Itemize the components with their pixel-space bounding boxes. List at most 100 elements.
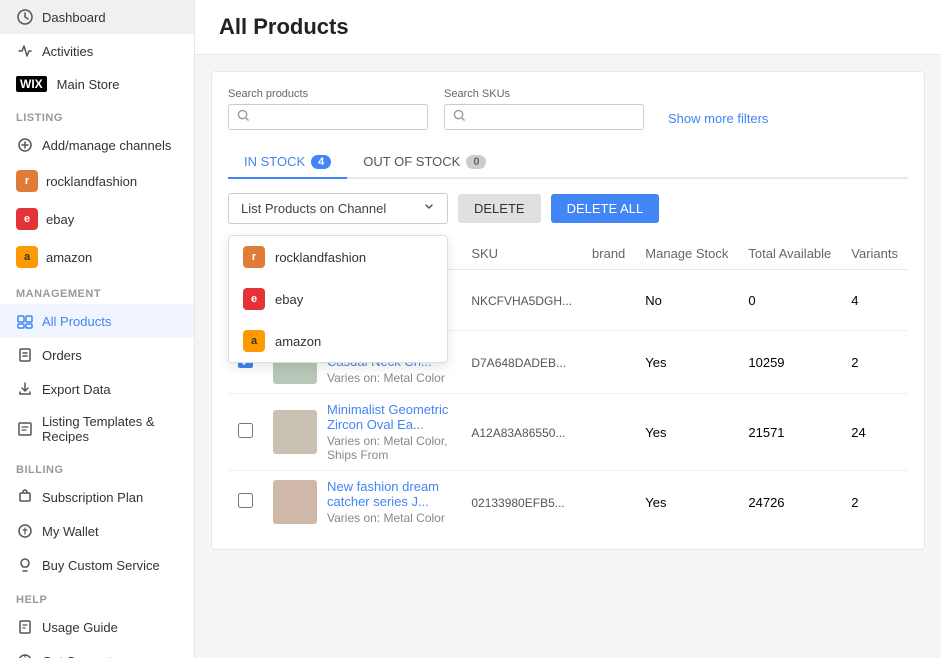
sidebar: Dashboard Activities WIX Main Store List… — [0, 0, 195, 658]
search-products-icon — [237, 109, 250, 125]
wallet-icon — [16, 522, 34, 540]
tab-out-of-stock-badge: 0 — [466, 155, 486, 169]
search-skus-icon — [453, 109, 466, 125]
show-filters-link[interactable]: Show more filters — [668, 111, 768, 130]
product-variant: Varies on: Metal Color — [327, 511, 451, 525]
tab-out-of-stock[interactable]: OUT OF STOCK 0 — [347, 146, 502, 179]
sidebar-item-get-support[interactable]: Get Support — [0, 644, 194, 658]
row-checkbox[interactable] — [238, 493, 253, 508]
tab-in-stock[interactable]: IN STOCK 4 — [228, 146, 347, 179]
sidebar-item-listing-templates[interactable]: Listing Templates & Recipes — [0, 406, 194, 452]
orders-label: Orders — [42, 348, 82, 363]
sidebar-item-usage-guide[interactable]: Usage Guide — [0, 610, 194, 644]
row-brand — [582, 471, 635, 534]
products-panel: Search products Search SKUs — [211, 71, 925, 550]
search-products-field: Search products — [228, 88, 428, 130]
row-manage-stock: Yes — [635, 471, 738, 534]
product-name[interactable]: Minimalist Geometric Zircon Oval Ea... — [327, 402, 451, 432]
delete-button[interactable]: DELETE — [458, 194, 541, 223]
row-total-available: 21571 — [738, 394, 841, 471]
export-data-label: Export Data — [42, 382, 111, 397]
channel-dropdown[interactable]: List Products on Channel — [228, 193, 448, 224]
dropdown-item-amazon[interactable]: a amazon — [229, 320, 447, 362]
get-support-icon — [16, 652, 34, 658]
tab-out-of-stock-label: OUT OF STOCK — [363, 154, 460, 169]
row-variants: 2 — [841, 471, 908, 534]
listing-templates-label: Listing Templates & Recipes — [42, 414, 178, 444]
product-thumbnail — [273, 480, 317, 524]
sidebar-item-ebay[interactable]: e ebay — [0, 200, 194, 238]
row-manage-stock: Yes — [635, 394, 738, 471]
tab-in-stock-label: IN STOCK — [244, 154, 305, 169]
sidebar-item-rocklandfashion[interactable]: r rocklandfashion — [0, 162, 194, 200]
management-section-label: Management — [0, 276, 194, 304]
dropdown-amazon-dot: a — [243, 330, 265, 352]
row-checkbox-cell — [228, 471, 263, 534]
sidebar-item-store[interactable]: WIX Main Store — [0, 68, 194, 100]
row-total-available: 0 — [738, 270, 841, 331]
product-info: Minimalist Geometric Zircon Oval Ea... V… — [327, 402, 451, 462]
rocklandfashion-dot: r — [16, 170, 38, 192]
sidebar-item-orders[interactable]: Orders — [0, 338, 194, 372]
page-header: All Products — [195, 0, 941, 55]
search-skus-input[interactable] — [472, 110, 635, 125]
row-variants: 2 — [841, 331, 908, 394]
product-name[interactable]: New fashion dream catcher series J... — [327, 479, 451, 509]
usage-guide-icon — [16, 618, 34, 636]
search-products-label: Search products — [228, 88, 428, 100]
sidebar-item-activities[interactable]: Activities — [0, 34, 194, 68]
row-sku: 02133980EFB5... — [461, 471, 582, 534]
amazon-label: amazon — [46, 250, 92, 265]
sidebar-item-all-products[interactable]: All Products — [0, 304, 194, 338]
listing-section-label: Listing — [0, 100, 194, 128]
row-brand — [582, 270, 635, 331]
ebay-label: ebay — [46, 212, 74, 227]
row-sku: NKCFVHA5DGH... — [461, 270, 582, 331]
row-brand — [582, 331, 635, 394]
table-row: New fashion dream catcher series J... Va… — [228, 471, 908, 534]
sidebar-item-wallet[interactable]: My Wallet — [0, 514, 194, 548]
sidebar-item-add-channels[interactable]: Add/manage channels — [0, 128, 194, 162]
table-row: Minimalist Geometric Zircon Oval Ea... V… — [228, 394, 908, 471]
toolbar: List Products on Channel r rocklandfashi… — [228, 193, 908, 224]
row-variants: 4 — [841, 270, 908, 331]
help-section-label: Help — [0, 582, 194, 610]
dropdown-item-rocklandfashion[interactable]: r rocklandfashion — [229, 236, 447, 278]
row-sku: A12A83A86550... — [461, 394, 582, 471]
add-channels-icon — [16, 136, 34, 154]
sidebar-item-amazon[interactable]: a amazon — [0, 238, 194, 276]
col-total-available: Total Available — [738, 238, 841, 270]
search-products-input[interactable] — [256, 110, 419, 125]
main-content: All Products Search products Search SKUs — [195, 0, 941, 658]
channel-dropdown-menu: r rocklandfashion e ebay a amazon — [228, 235, 448, 363]
dashboard-label: Dashboard — [42, 10, 106, 25]
all-products-icon — [16, 312, 34, 330]
store-label: Main Store — [57, 77, 120, 92]
sidebar-item-dashboard[interactable]: Dashboard — [0, 0, 194, 34]
dashboard-icon — [16, 8, 34, 26]
product-thumbnail — [273, 410, 317, 454]
content-area: Search products Search SKUs — [195, 55, 941, 566]
dropdown-item-ebay[interactable]: e ebay — [229, 278, 447, 320]
search-skus-label: Search SKUs — [444, 88, 644, 100]
sidebar-item-export-data[interactable]: Export Data — [0, 372, 194, 406]
row-brand — [582, 394, 635, 471]
search-products-input-wrap — [228, 104, 428, 130]
stock-tabs: IN STOCK 4 OUT OF STOCK 0 — [228, 146, 908, 179]
search-skus-field: Search SKUs — [444, 88, 644, 130]
channel-dropdown-label: List Products on Channel — [241, 201, 386, 216]
row-checkbox[interactable] — [238, 423, 253, 438]
tab-in-stock-badge: 4 — [311, 155, 331, 169]
sidebar-item-custom-service[interactable]: Buy Custom Service — [0, 548, 194, 582]
col-manage-stock: Manage Stock — [635, 238, 738, 270]
wallet-label: My Wallet — [42, 524, 99, 539]
billing-section-label: Billing — [0, 452, 194, 480]
channel-dropdown-chevron — [423, 201, 435, 216]
search-row: Search products Search SKUs — [228, 88, 908, 130]
delete-all-button[interactable]: DELETE ALL — [551, 194, 660, 223]
wix-logo: WIX — [16, 76, 47, 92]
dropdown-amazon-label: amazon — [275, 334, 321, 349]
sidebar-item-subscription[interactable]: Subscription Plan — [0, 480, 194, 514]
activities-icon — [16, 42, 34, 60]
col-brand: brand — [582, 238, 635, 270]
